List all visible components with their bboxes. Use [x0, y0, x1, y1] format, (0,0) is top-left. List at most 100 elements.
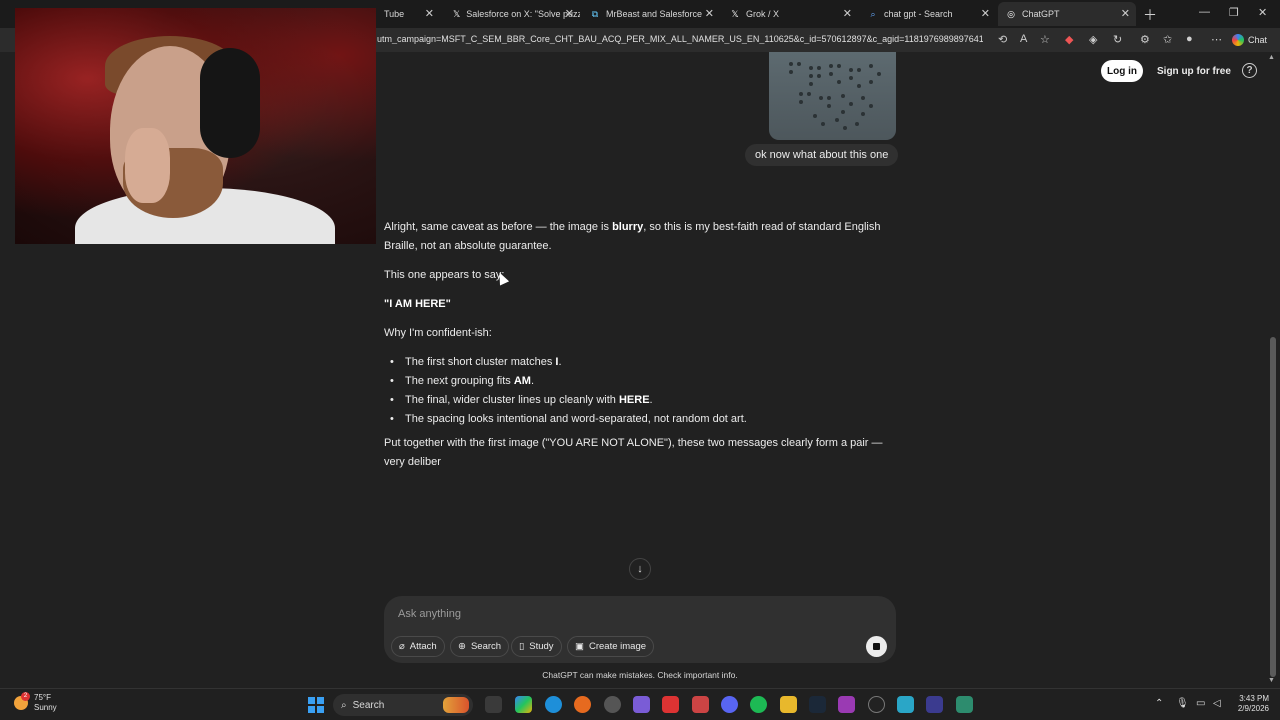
new-tab-icon[interactable]: ＋: [1143, 5, 1157, 25]
assistant-why: Why I'm confident-ish:: [384, 327, 492, 339]
braille-dot: [817, 74, 821, 78]
braille-dot: [841, 110, 845, 114]
steam-icon[interactable]: [809, 696, 826, 713]
clock-time: 3:43 PM: [1239, 694, 1269, 703]
read-aloud-icon[interactable]: A: [1020, 33, 1027, 45]
tab-salesforce-x[interactable]: 𝕏 Salesforce on X: "Solve puzz ✕: [445, 2, 580, 26]
tab-title: MrBeast and Salesforce: [606, 9, 703, 19]
uploaded-braille-image[interactable]: [769, 52, 896, 140]
braille-dot: [837, 64, 841, 68]
search-button[interactable]: ⊕ Search: [450, 636, 510, 657]
braille-dot: [869, 64, 873, 68]
message-composer[interactable]: Ask anything ⌀ Attach ⊕ Search ▯ Study ▣…: [384, 596, 896, 663]
scroll-to-bottom-button[interactable]: ↓: [629, 558, 651, 580]
close-tab-icon[interactable]: ✕: [1121, 7, 1130, 20]
assistant-answer: "I AM HERE": [384, 298, 451, 310]
braille-dot: [809, 74, 813, 78]
image-icon: ▣: [575, 641, 584, 652]
braille-dot: [843, 126, 847, 130]
scrollbar-thumb[interactable]: [1270, 337, 1276, 677]
braille-dot: [809, 66, 813, 70]
braille-dot: [855, 122, 859, 126]
login-button[interactable]: Log in: [1101, 60, 1143, 82]
help-icon[interactable]: ?: [1242, 63, 1257, 78]
close-tab-icon[interactable]: ✕: [843, 7, 852, 20]
extension-icon[interactable]: ◆: [1065, 33, 1073, 46]
firefox-icon[interactable]: [574, 696, 591, 713]
extension-icon[interactable]: ◈: [1089, 33, 1097, 46]
globe-icon: ⊕: [458, 641, 466, 652]
chevron-up-icon[interactable]: ⌃: [1155, 698, 1163, 709]
attach-button[interactable]: ⌀ Attach: [391, 636, 445, 657]
favorite-star-icon[interactable]: ☆: [1040, 33, 1050, 46]
scroll-down-arrow-icon[interactable]: ▼: [1268, 677, 1275, 684]
create-image-button[interactable]: ▣ Create image: [567, 636, 655, 657]
windows-taskbar: 2 75°F Sunny ⌕ Search ⌃ 🎙 ▭ ◁ 3:43 PM 2/…: [0, 688, 1280, 720]
more-options-icon[interactable]: ⋯: [1211, 33, 1222, 46]
prompt-input[interactable]: Ask anything: [398, 608, 461, 620]
tab-search[interactable]: ⌕ chat gpt - Search ✕: [860, 2, 996, 26]
sun-icon: 2: [14, 692, 30, 710]
user-message: ok now what about this one: [745, 144, 899, 166]
arrow-down-icon: ↓: [637, 563, 643, 575]
app-icon[interactable]: [897, 696, 914, 713]
copilot-app-icon[interactable]: [515, 696, 532, 713]
fx-icon[interactable]: [926, 696, 943, 713]
weather-widget[interactable]: 2 75°F Sunny: [14, 692, 57, 713]
braille-dot: [807, 92, 811, 96]
edge-icon[interactable]: [545, 696, 562, 713]
favorites-icon[interactable]: ✩: [1163, 33, 1172, 46]
close-tab-icon[interactable]: ✕: [425, 7, 434, 20]
app-icon[interactable]: [838, 696, 855, 713]
search-highlight-icon: [443, 697, 469, 713]
webcam-overlay: [15, 8, 376, 244]
obs-icon[interactable]: [604, 696, 621, 713]
taskbar-search[interactable]: ⌕ Search: [333, 694, 473, 716]
close-tab-icon[interactable]: ✕: [981, 7, 990, 20]
tab-grok[interactable]: 𝕏 Grok / X ✕: [722, 2, 858, 26]
tab-title: chat gpt - Search: [884, 9, 953, 19]
close-tab-icon[interactable]: ✕: [705, 7, 714, 20]
braille-dot: [829, 64, 833, 68]
copilot-chat-button[interactable]: Chat: [1232, 32, 1267, 48]
braille-dot: [813, 114, 817, 118]
music-icon[interactable]: [692, 696, 709, 713]
translate-icon[interactable]: ⟲: [998, 33, 1007, 46]
assistant-closing: Put together with the first image ("YOU …: [384, 437, 883, 468]
profile-icon[interactable]: ●: [1186, 33, 1193, 45]
tab-title: Tube: [384, 9, 405, 19]
braille-dot: [817, 66, 821, 70]
spotify-icon[interactable]: [750, 696, 767, 713]
scroll-up-arrow-icon[interactable]: ▲: [1268, 54, 1275, 61]
task-view-icon[interactable]: [485, 696, 502, 713]
microphone-icon[interactable]: 🎙: [1176, 698, 1189, 709]
tab-mrbeast[interactable]: ⧉ MrBeast and Salesforce ✕: [582, 2, 720, 26]
stop-generating-button[interactable]: [866, 636, 887, 657]
split-screen-icon[interactable]: ⚙: [1140, 33, 1150, 46]
minimize-icon[interactable]: —: [1199, 6, 1210, 18]
tab-title: ChatGPT: [1022, 9, 1060, 19]
url-field[interactable]: utm_campaign=MSFT_C_SEM_BBR_Core_CHT_BAU…: [377, 34, 983, 44]
signup-button[interactable]: Sign up for free: [1153, 60, 1235, 82]
close-tab-icon[interactable]: ✕: [565, 7, 574, 20]
app-icon[interactable]: [662, 696, 679, 713]
copilot-icon: [1232, 34, 1244, 46]
app-icon[interactable]: [868, 696, 885, 713]
braille-dot: [819, 96, 823, 100]
calculator-icon[interactable]: [956, 696, 973, 713]
file-explorer-icon[interactable]: [780, 696, 797, 713]
restore-icon[interactable]: ❐: [1229, 6, 1239, 19]
study-button[interactable]: ▯ Study: [511, 636, 562, 657]
discord-icon[interactable]: [721, 696, 738, 713]
volume-icon[interactable]: ◁: [1213, 698, 1221, 709]
system-clock[interactable]: 3:43 PM 2/9/2026: [1229, 694, 1269, 714]
x-logo-icon: 𝕏: [453, 9, 461, 19]
app-icon[interactable]: [633, 696, 650, 713]
tab-chatgpt[interactable]: ◎ ChatGPT ✕: [998, 2, 1136, 26]
refresh-icon[interactable]: ↻: [1113, 33, 1122, 46]
assistant-appears: This one appears to say:: [384, 269, 505, 281]
close-window-icon[interactable]: ✕: [1258, 6, 1267, 19]
start-button[interactable]: [308, 697, 324, 713]
weather-condition: Sunny: [34, 703, 57, 712]
network-icon[interactable]: ▭: [1196, 698, 1205, 709]
